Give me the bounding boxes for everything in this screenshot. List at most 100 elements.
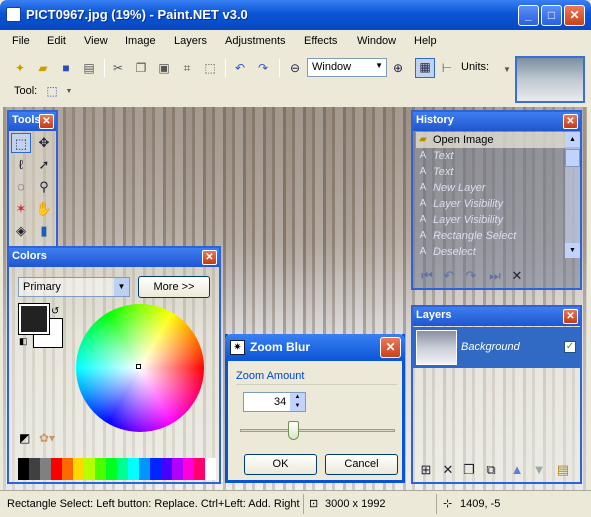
ruler-icon[interactable]: ⊢: [439, 60, 455, 76]
fast-forward-icon[interactable]: ⏭: [485, 266, 505, 286]
zoom-select[interactable]: Window ▼: [307, 58, 387, 77]
print-icon[interactable]: ▤: [81, 60, 97, 76]
history-item[interactable]: A Text: [416, 164, 565, 180]
paste-icon[interactable]: ▣: [156, 60, 172, 76]
dialog-title-bar[interactable]: ✷ Zoom Blur ✕: [225, 334, 405, 361]
swap-colors-icon[interactable]: ↺: [51, 306, 59, 317]
close-button[interactable]: ✕: [564, 5, 585, 26]
rectangle-select-icon[interactable]: ⬚: [44, 83, 60, 99]
palette-swatch[interactable]: [62, 458, 73, 480]
palette-swatch[interactable]: [150, 458, 161, 480]
delete-layer-icon[interactable]: ✕: [438, 460, 458, 480]
more-button[interactable]: More >>: [138, 276, 210, 298]
zoom-out-icon[interactable]: ⊖: [287, 60, 303, 76]
palette-swatch[interactable]: [194, 458, 205, 480]
palette-swatch[interactable]: [128, 458, 139, 480]
cut-icon[interactable]: ✂: [110, 60, 126, 76]
palette-swatch[interactable]: [95, 458, 106, 480]
scroll-up-icon[interactable]: ▲: [565, 132, 580, 147]
close-icon[interactable]: ✕: [39, 114, 54, 129]
units-dropdown-icon[interactable]: ▼: [499, 62, 515, 78]
palette-swatch[interactable]: [29, 458, 40, 480]
color-wheel[interactable]: [76, 304, 204, 432]
image-thumbnail[interactable]: [515, 56, 585, 103]
copy-icon[interactable]: ❐: [133, 60, 149, 76]
history-item[interactable]: A Text: [416, 148, 565, 164]
zoom-tool-icon[interactable]: ⚲: [34, 177, 54, 197]
redo-icon[interactable]: ↷: [461, 266, 481, 286]
zoom-in-icon[interactable]: ⊕: [390, 60, 406, 76]
ellipse-select-tool-icon[interactable]: ◌: [11, 177, 31, 197]
rewind-icon[interactable]: ⏮: [417, 266, 437, 286]
undo-icon[interactable]: ↶: [232, 60, 248, 76]
menu-edit[interactable]: Edit: [47, 35, 66, 47]
palette-swatch[interactable]: [172, 458, 183, 480]
save-icon[interactable]: ■: [58, 60, 74, 76]
layer-visible-checkbox[interactable]: ✓: [564, 341, 576, 353]
menu-effects[interactable]: Effects: [304, 35, 337, 47]
add-to-palette-icon[interactable]: ◩: [19, 431, 30, 445]
menu-file[interactable]: File: [12, 35, 30, 47]
reset-colors-icon[interactable]: ◧: [19, 336, 28, 347]
palette-swatch[interactable]: [73, 458, 84, 480]
undo-icon[interactable]: ↶: [439, 266, 459, 286]
menu-window[interactable]: Window: [357, 35, 396, 47]
title-bar[interactable]: PICT0967.jpg (19%) - Paint.NET v3.0 _ □ …: [0, 0, 591, 30]
lasso-tool-icon[interactable]: ℓ: [11, 155, 31, 175]
layer-properties-icon[interactable]: ▤: [553, 460, 573, 480]
primary-color-swatch[interactable]: [18, 303, 50, 335]
grid-icon[interactable]: ▦: [415, 58, 435, 78]
open-folder-icon[interactable]: ▰: [35, 60, 51, 76]
palette-swatch[interactable]: [161, 458, 172, 480]
chevron-down-icon[interactable]: ▼: [61, 84, 77, 100]
menu-layers[interactable]: Layers: [174, 35, 207, 47]
spin-down-icon[interactable]: ▼: [290, 402, 305, 411]
move-selection-tool-icon[interactable]: ✥: [34, 133, 54, 153]
palette-swatch[interactable]: [84, 458, 95, 480]
cancel-button[interactable]: Cancel: [325, 454, 398, 475]
magic-wand-icon[interactable]: ✶: [11, 199, 31, 219]
history-item[interactable]: A New Layer: [416, 180, 565, 196]
close-icon[interactable]: ✕: [202, 250, 217, 265]
menu-adjustments[interactable]: Adjustments: [225, 35, 286, 47]
close-icon[interactable]: ✕: [563, 309, 578, 324]
palette-swatch[interactable]: [183, 458, 194, 480]
maximize-button[interactable]: □: [541, 5, 562, 26]
scroll-thumb[interactable]: [565, 149, 580, 167]
gradient-tool-icon[interactable]: ▮: [34, 221, 54, 241]
deselect-icon[interactable]: ⬚: [202, 60, 218, 76]
redo-icon[interactable]: ↷: [255, 60, 271, 76]
palette-swatch[interactable]: [51, 458, 62, 480]
history-item[interactable]: ▰ Open Image: [416, 132, 565, 148]
palette-swatch[interactable]: [205, 458, 216, 480]
layer-row[interactable]: Background ✓: [413, 327, 580, 368]
minimize-button[interactable]: _: [518, 5, 539, 26]
history-item[interactable]: A Deselect: [416, 244, 565, 258]
menu-view[interactable]: View: [84, 35, 108, 47]
menu-image[interactable]: Image: [125, 35, 156, 47]
zoom-amount-slider-thumb[interactable]: [287, 421, 299, 440]
palette-menu-icon[interactable]: ✿▾: [39, 431, 55, 445]
palette-select[interactable]: Primary ▼: [18, 277, 130, 297]
zoom-amount-slider-track[interactable]: [240, 429, 395, 432]
paint-bucket-icon[interactable]: ◈: [11, 221, 31, 241]
spin-up-icon[interactable]: ▲: [290, 393, 305, 402]
close-icon[interactable]: ✕: [563, 114, 578, 129]
history-item[interactable]: A Layer Visibility: [416, 212, 565, 228]
palette-swatch[interactable]: [18, 458, 29, 480]
palette-swatch[interactable]: [139, 458, 150, 480]
move-tool-icon[interactable]: ➚: [34, 155, 54, 175]
merge-layer-icon[interactable]: ⧉: [481, 460, 501, 480]
move-layer-up-icon[interactable]: ▲: [507, 460, 527, 480]
zoom-amount-spinner[interactable]: 34 ▲ ▼: [243, 392, 306, 412]
close-button[interactable]: ✕: [380, 337, 401, 358]
crop-icon[interactable]: ⌗: [179, 60, 195, 76]
move-layer-down-icon[interactable]: ▼: [529, 460, 549, 480]
delete-history-icon[interactable]: ✕: [507, 266, 527, 286]
pan-hand-icon[interactable]: ✋: [34, 199, 54, 219]
add-layer-icon[interactable]: ⊞: [416, 460, 436, 480]
new-file-icon[interactable]: ✦: [12, 60, 28, 76]
rectangle-select-tool-icon[interactable]: ⬚: [11, 133, 31, 153]
ok-button[interactable]: OK: [244, 454, 317, 475]
history-item[interactable]: A Rectangle Select: [416, 228, 565, 244]
